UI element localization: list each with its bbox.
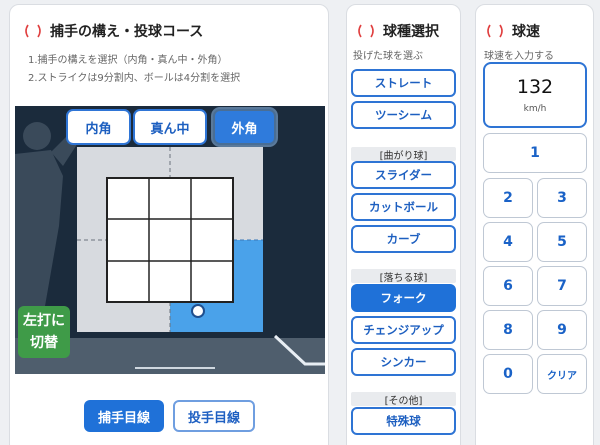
stance-tab-inside[interactable]: 内角 — [66, 109, 131, 145]
category-other: [その他] — [351, 392, 456, 407]
course-hint-1: 1.捕手の構えを選択（内角・真ん中・外角） — [28, 55, 228, 66]
pitch-type-title: 球種選択 — [383, 24, 439, 40]
batter-switch-line1: 左打に — [23, 313, 65, 329]
key-6[interactable]: 6 — [483, 266, 533, 306]
pitch-slider-button[interactable]: スライダー — [351, 161, 456, 189]
pitch-twoseam-button[interactable]: ツーシーム — [351, 101, 456, 129]
key-8[interactable]: 8 — [483, 310, 533, 350]
batter-switch-button[interactable]: 左打に 切替 — [18, 306, 70, 358]
key-3[interactable]: 3 — [537, 178, 587, 218]
course-panel-header: 捕手の構え・投球コース — [22, 21, 203, 41]
stance-tab-outside[interactable]: 外角 — [213, 109, 276, 145]
speed-value: 132 — [516, 76, 554, 98]
key-0[interactable]: 0 — [483, 354, 533, 394]
catcher-view-button[interactable]: 捕手目線 — [84, 400, 164, 432]
batter-switch-line2: 切替 — [30, 335, 58, 351]
pitch-sinker-button[interactable]: シンカー — [351, 348, 456, 376]
pitch-fork-button[interactable]: フォーク — [351, 284, 456, 312]
pitcher-view-button[interactable]: 投手目線 — [173, 400, 255, 432]
course-panel: 捕手の構え・投球コース 1.捕手の構えを選択（内角・真ん中・外角） 2.ストライ… — [9, 4, 329, 445]
pitch-curve-button[interactable]: カーブ — [351, 225, 456, 253]
course-panel-title: 捕手の構え・投球コース — [50, 24, 204, 40]
pitch-special-button[interactable]: 特殊球 — [351, 407, 456, 435]
speed-panel: 球速 球速を入力する 132 km/h 1 2 3 4 5 6 7 8 9 0 … — [475, 4, 594, 445]
pitch-changeup-button[interactable]: チェンジアップ — [351, 316, 456, 344]
baseball-icon — [487, 24, 503, 38]
catcher-target-marker[interactable] — [191, 304, 205, 318]
course-hint-2: 2.ストライクは9分割内、ボールは4分割を選択 — [28, 73, 241, 84]
baseball-icon — [25, 24, 41, 38]
key-4[interactable]: 4 — [483, 222, 533, 262]
pitch-type-hint: 投げた球を選ぶ — [353, 51, 423, 62]
pitch-type-header: 球種選択 — [355, 21, 439, 41]
strike-zone-grid[interactable] — [106, 177, 234, 303]
speed-hint: 球速を入力する — [484, 51, 554, 62]
speed-unit: km/h — [523, 104, 547, 114]
key-5[interactable]: 5 — [537, 222, 587, 262]
speed-display[interactable]: 132 km/h — [483, 62, 587, 128]
baseball-icon — [358, 24, 374, 38]
key-1[interactable]: 1 — [483, 133, 587, 173]
key-9[interactable]: 9 — [537, 310, 587, 350]
pitch-straight-button[interactable]: ストレート — [351, 69, 456, 97]
pitch-zone-stage: 内角 真ん中 外角 左打に 切替 — [15, 106, 325, 374]
key-clear[interactable]: クリア — [537, 354, 587, 394]
category-dropping: [落ちる球] — [351, 269, 456, 284]
pitch-type-panel: 球種選択 投げた球を選ぶ ストレート ツーシーム [曲がり球] スライダー カッ… — [346, 4, 461, 445]
key-2[interactable]: 2 — [483, 178, 533, 218]
category-breaking: [曲がり球] — [351, 147, 456, 162]
speed-title: 球速 — [512, 24, 540, 40]
pitch-cutter-button[interactable]: カットボール — [351, 193, 456, 221]
speed-header: 球速 — [484, 21, 540, 41]
key-7[interactable]: 7 — [537, 266, 587, 306]
stance-tab-middle[interactable]: 真ん中 — [133, 109, 207, 145]
